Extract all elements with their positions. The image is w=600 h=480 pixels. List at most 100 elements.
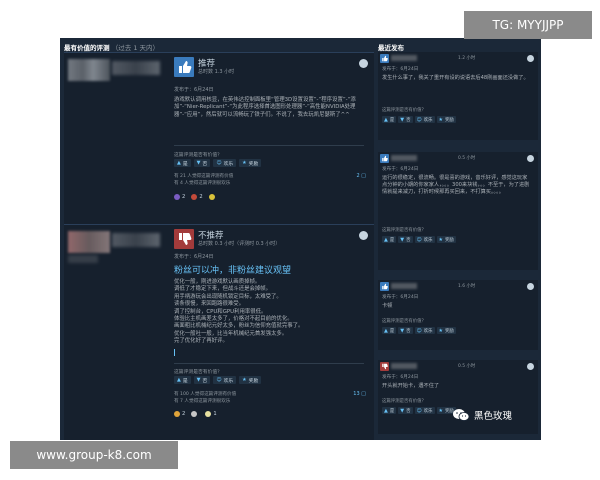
award-item[interactable] — [191, 411, 199, 417]
award-bulb-icon — [205, 411, 212, 417]
recent-review-card: 0.5 小时 发布于：6月24日 开头就开始卡，遇不住了 这篇评测是否有价值？ … — [378, 360, 538, 434]
review-hours: 0.5 小时 — [458, 156, 476, 161]
thumbs-down-icon: ▼ — [400, 407, 405, 414]
reviewer-name[interactable] — [391, 155, 417, 161]
award-button[interactable]: ★ 奖励 — [436, 116, 456, 123]
vote-funny-button[interactable]: ☺ 欢乐 — [213, 159, 237, 167]
thumbs-up-icon — [380, 154, 389, 163]
vote-row: ▲ 是 ▼ 否 ☺ 欢乐 ★ 奖励 — [174, 159, 262, 167]
thumbs-up-icon: ▲ — [384, 236, 388, 243]
recent-review-card: 1.2 小时 发布于：6月24日 发生什么事了，我关了重开有设的说语去后48刚画… — [378, 52, 538, 140]
vote-yes-button[interactable]: ▲ 是 — [382, 327, 397, 334]
award-item[interactable]: 1 — [205, 411, 217, 417]
review-body: 游戏默认调用核显，在英伟达控制面板里“管理3D设置设置”-“程序设置”-“添加”… — [174, 97, 356, 118]
reviewer-name[interactable] — [391, 363, 417, 369]
vote-yes-button[interactable]: ▲ 是 — [382, 116, 397, 123]
review-body: 优化一般，刚进游戏默认画质掉帧。 调低了才稳定下来，但战斗还是会掉帧。 用手柄游… — [174, 279, 304, 345]
vote-yes-button[interactable]: ▲ 是 — [382, 407, 397, 414]
review-body: 运行的很稳定，很流畅。很是喜的游戏，音乐好评，感觉这玩家点分钟的小期的你家家人，… — [382, 175, 530, 195]
comment-icon: □ — [361, 391, 366, 397]
avatar[interactable] — [68, 231, 110, 253]
vote-no-button[interactable]: ▼ 否 — [398, 327, 413, 334]
award-button[interactable]: ★ 奖励 — [436, 327, 456, 334]
review-hours: 1.2 小时 — [458, 56, 476, 61]
award-item[interactable]: 2 — [174, 411, 185, 417]
reviewer-name[interactable] — [112, 233, 160, 247]
helpful-question: 这篇评测是否有价值？ — [382, 399, 426, 404]
vote-yes-button[interactable]: ▲ 是 — [382, 236, 397, 243]
awards-row: 2 2 — [174, 194, 217, 200]
divider — [174, 363, 364, 364]
comment-count[interactable]: 2 □ — [356, 173, 366, 179]
most-helpful-timeframe[interactable]: （过去 1 天内） — [112, 44, 159, 52]
vote-row: ▲ 是 ▼ 否 ☺ 欢乐 ★ 奖励 — [382, 236, 456, 243]
reviewer-name[interactable] — [391, 283, 417, 289]
helpful-question: 这篇评测是否有价值？ — [382, 108, 426, 113]
steam-reviews-panel: 最有价值的评测 （过去 1 天内） 最近发布 推荐 总时数 1.3 小时 发布于… — [60, 38, 541, 440]
review-card: 不推荐 总时数 0.3 小时（评测时 0.3 小时） 发布于：6月24日 粉丝可… — [64, 224, 374, 440]
vote-no-button[interactable]: ▼ 否 — [193, 159, 211, 167]
thumbs-up-icon: ▲ — [384, 407, 388, 414]
vote-no-button[interactable]: ▼ 否 — [398, 407, 413, 414]
review-posted-date: 发布于：6月24日 — [174, 254, 214, 260]
steam-icon — [527, 283, 534, 290]
vote-funny-button[interactable]: ☺ 欢乐 — [213, 376, 237, 384]
award-icon: ★ — [438, 407, 444, 414]
review-hours: 0.5 小时 — [458, 364, 476, 369]
review-body: 卡顿 — [382, 303, 393, 309]
thumbs-up-icon — [380, 282, 389, 291]
vote-row: ▲ 是 ▼ 否 ☺ 欢乐 ★ 奖励 — [174, 376, 262, 384]
vote-funny-button[interactable]: ☺ 欢乐 — [414, 407, 435, 414]
vote-funny-button[interactable]: ☺ 欢乐 — [414, 327, 435, 334]
helpful-question: 这篇评测是否有价值？ — [382, 319, 426, 324]
award-icon: ★ — [242, 377, 247, 383]
award-item[interactable]: 2 — [174, 194, 185, 200]
funny-count: 有 7 人觉得这篇评测很欢乐 — [174, 399, 231, 404]
award-button[interactable]: ★ 奖励 — [239, 376, 262, 384]
award-medal-icon — [174, 194, 180, 200]
recent-reviews-column: 1.2 小时 发布于：6月24日 发生什么事了，我关了重开有设的说语去后48刚画… — [378, 52, 538, 440]
divider — [174, 145, 364, 146]
thumbs-down-icon — [174, 229, 194, 249]
vote-yes-button[interactable]: ▲ 是 — [174, 159, 191, 167]
recent-header: 最近发布 — [378, 44, 404, 52]
smile-icon: ☺ — [416, 236, 422, 243]
review-body: 开头就开始卡，遇不住了 — [382, 383, 440, 389]
award-item[interactable] — [208, 194, 217, 200]
award-ghost-icon — [191, 411, 198, 417]
reviewer-status — [68, 255, 98, 263]
watermark-text: 黑色玫瑰 — [474, 411, 513, 422]
helpful-count: 有 21 人觉得这篇评测有价值 — [174, 174, 234, 179]
vote-no-button[interactable]: ▼ 否 — [398, 116, 413, 123]
thumbs-down-icon — [380, 362, 389, 371]
vote-no-button[interactable]: ▼ 否 — [398, 236, 413, 243]
award-button[interactable]: ★ 奖励 — [239, 159, 262, 167]
reviewer-name[interactable] — [391, 55, 417, 61]
most-helpful-title: 最有价值的评测 — [64, 44, 110, 52]
award-button[interactable]: ★ 奖励 — [436, 236, 456, 243]
steam-icon — [527, 55, 534, 62]
vote-funny-button[interactable]: ☺ 欢乐 — [414, 236, 435, 243]
review-posted-date: 发布于：6月24日 — [382, 375, 419, 380]
avatar[interactable] — [68, 59, 110, 81]
award-icon: ★ — [438, 116, 444, 123]
award-icon: ★ — [438, 236, 444, 243]
vote-no-button[interactable]: ▼ 否 — [193, 376, 211, 384]
recent-review-card: 1.6 小时 发布于：6月24日 卡顿 这篇评测是否有价值？ ▲ 是 ▼ 否 ☺ 欢乐… — [378, 280, 538, 350]
review-card: 推荐 总时数 1.3 小时 发布于：6月24日 游戏默认调用核显，在英伟达控制面… — [64, 52, 374, 238]
vote-row: ▲ 是 ▼ 否 ☺ 欢乐 ★ 奖励 — [382, 407, 456, 414]
comment-count[interactable]: 13 □ — [353, 391, 366, 397]
award-icon: ★ — [242, 160, 247, 166]
helpful-question: 这篇评测是否有价值？ — [174, 370, 222, 375]
smile-icon: ☺ — [416, 116, 422, 123]
thumbs-down-icon: ▼ — [400, 327, 405, 334]
review-body: 发生什么事了，我关了重开有设的说语去后48刚画面还没做了。 — [382, 75, 529, 81]
vote-yes-button[interactable]: ▲ 是 — [174, 376, 191, 384]
vote-funny-button[interactable]: ☺ 欢乐 — [414, 116, 435, 123]
review-posted-date: 发布于：6月24日 — [174, 87, 214, 93]
reviewer-name[interactable] — [112, 61, 160, 75]
telegram-badge: TG: MYYJJPP — [464, 11, 592, 39]
thumbs-down-icon: ▼ — [400, 116, 405, 123]
smile-icon: ☺ — [216, 377, 222, 383]
award-item[interactable]: 2 — [191, 194, 203, 200]
